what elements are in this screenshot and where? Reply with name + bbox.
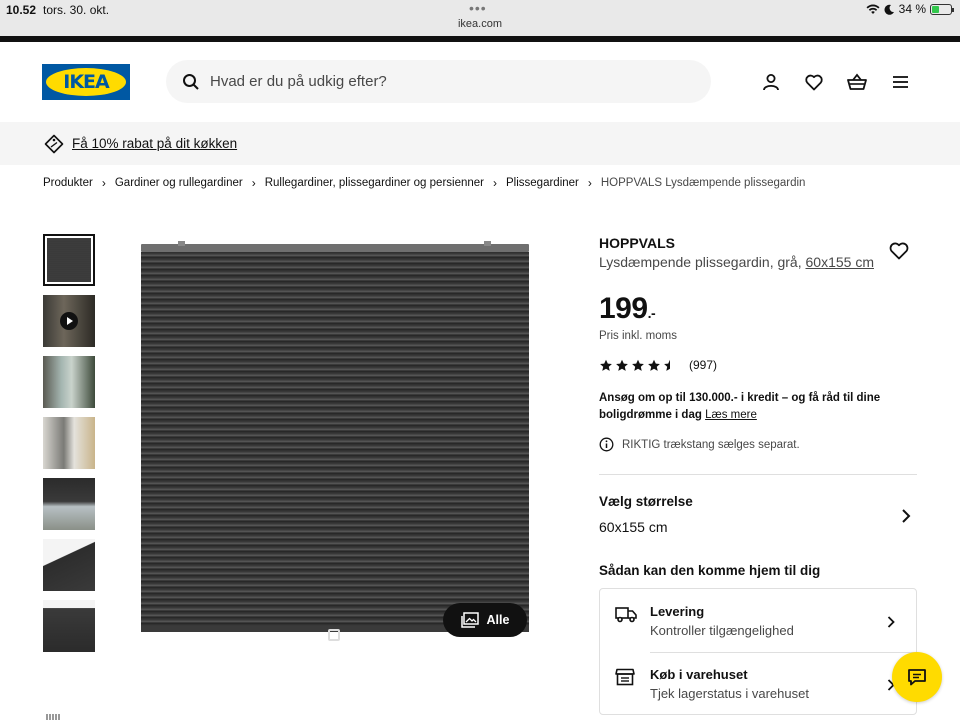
chevron-right-icon: › [101,176,106,190]
logo-text: IKEA [63,71,109,93]
status-date: tors. 30. okt. [43,3,110,17]
thumbnail-detail[interactable] [43,478,95,530]
delivery-option-store[interactable]: Køb i varehuset Tjek lagerstatus i vareh… [600,652,916,715]
user-icon[interactable] [760,71,782,93]
thumbnail-product[interactable] [43,234,95,286]
chevron-right-icon: › [587,176,592,190]
play-icon [60,312,78,330]
search-input[interactable] [210,73,680,90]
tab-overview-dots-icon[interactable]: ••• [469,0,487,16]
product-price: 199.- [599,292,656,325]
images-icon [460,612,479,628]
tag-icon [44,134,64,153]
status-time: 10.52 [6,3,37,17]
size-link[interactable]: 60x155 cm [806,254,874,270]
show-all-images-button[interactable]: Alle [443,603,527,637]
menu-icon[interactable] [889,71,911,93]
vat-text: Pris inkl. moms [599,330,677,342]
battery-percent: 34 % [898,2,926,16]
product-name: HOPPVALS [599,235,675,251]
chevron-right-icon: › [493,176,497,190]
blind-top-rail [141,244,529,252]
promo-link[interactable]: Få 10% rabat på dit køkken [72,136,237,151]
basket-icon[interactable] [846,71,868,93]
ios-status-bar: 10.52 tors. 30. okt. ••• ikea.com 34 % [0,0,960,36]
delivery-options: Levering Kontroller tilgængelighed Køb i… [599,588,917,715]
thumbnail-room[interactable] [43,356,95,408]
thumbnail-room-2[interactable] [43,417,95,469]
thumbnail-side[interactable] [43,600,95,652]
wifi-icon [866,4,880,14]
credit-offer: Ansøg om op til 130.000.- i kredit – og … [599,392,881,421]
barcode-icon [46,714,60,720]
image-indicator [328,629,340,641]
chat-icon [908,669,926,686]
breadcrumb-item[interactable]: Plissegardiner [506,177,579,189]
star-full-icon [616,359,628,371]
rating[interactable]: (997) [599,358,717,372]
delivery-option-title: Køb i varehuset [650,667,748,682]
store-icon [615,668,635,686]
breadcrumb: Produkter › Gardiner og rullegardiner › … [43,176,805,190]
show-all-label: Alle [486,613,510,627]
star-half-icon [664,359,676,371]
breadcrumb-item[interactable]: Produkter [43,177,93,189]
ikea-logo[interactable]: IKEA [42,64,130,100]
size-selector-title[interactable]: Vælg størrelse [599,494,693,509]
address-bar-url[interactable]: ikea.com [0,18,960,30]
breadcrumb-item[interactable]: Gardiner og rullegardiner [115,177,243,189]
star-full-icon [648,359,660,371]
chevron-right-icon: › [251,176,256,190]
size-selector-value[interactable]: 60x155 cm [599,519,667,535]
info-icon [599,437,614,452]
divider [599,474,917,475]
star-full-icon [632,359,644,371]
truck-icon [615,607,637,623]
promo-bar: Få 10% rabat på dit køkken [0,122,960,165]
status-right: 34 % [866,2,954,16]
heart-icon[interactable] [803,71,825,93]
breadcrumb-item[interactable]: Rullegardiner, plissegardiner og persien… [265,177,484,189]
delivery-option-subtitle: Kontroller tilgængelighed [650,623,794,638]
battery-icon [930,3,954,15]
pleated-blind [141,252,529,632]
site-header: IKEA [0,42,960,122]
search-bar[interactable] [166,60,711,103]
delivery-option-subtitle: Tjek lagerstatus i varehuset [650,686,809,701]
delivery-option-levering[interactable]: Levering Kontroller tilgængelighed [600,589,916,653]
chevron-right-icon [887,616,895,628]
product-note: RIKTIG trækstang sælges separat. [599,437,800,452]
review-count: (997) [689,358,718,372]
delivery-option-title: Levering [650,604,705,619]
moon-icon [884,4,894,15]
product-description: Lysdæmpende plissegardin, grå, 60x155 cm [599,254,874,270]
star-full-icon [600,359,612,371]
delivery-title: Sådan kan den komme hjem til dig [599,563,821,578]
thumbnail-list [43,234,95,661]
chevron-right-icon[interactable] [900,508,912,529]
thumbnail-rail[interactable] [43,539,95,591]
thumbnail-video[interactable] [43,295,95,347]
read-more-link[interactable]: Læs mere [705,409,757,421]
star-rating [599,359,677,372]
product-image[interactable] [120,226,550,656]
chat-button[interactable] [892,652,942,702]
breadcrumb-current: HOPPVALS Lysdæmpende plissegardin [600,177,806,189]
add-to-favorites-heart-icon[interactable] [889,242,909,265]
search-icon [183,73,199,90]
